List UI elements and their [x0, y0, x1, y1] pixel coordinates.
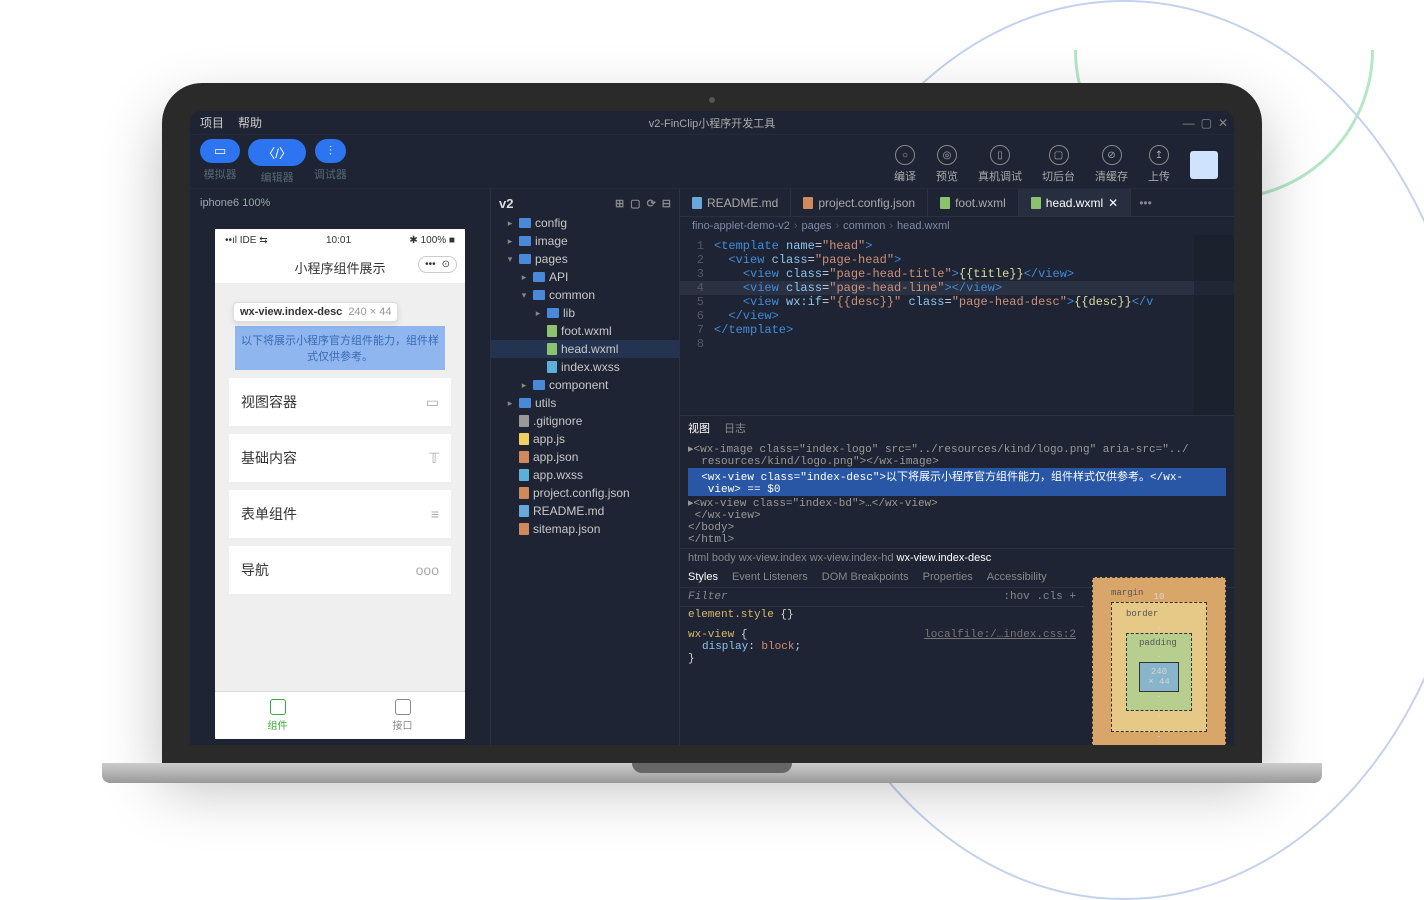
breadcrumb-segment[interactable]: common — [843, 220, 885, 232]
menubar: 项目 帮助 v2-FinClip小程序开发工具 — ▢ ✕ — [190, 111, 1234, 135]
highlighted-element: 以下将展示小程序官方组件能力，组件样式仅供参考。 — [235, 326, 445, 370]
folder-node[interactable]: ▾common — [491, 286, 679, 304]
remote-debug-icon[interactable]: ▯ — [990, 145, 1010, 165]
dom-breadcrumb: html body wx-view.index wx-view.index-hd… — [680, 548, 1234, 567]
laptop-frame: 项目 帮助 v2-FinClip小程序开发工具 — ▢ ✕ ▭模拟器 〈/〉编辑… — [162, 83, 1262, 783]
devtools-subtab[interactable]: Accessibility — [987, 571, 1047, 583]
simulator-device-label: iphone6 100% — [196, 195, 484, 217]
tabbar-api[interactable]: 接口 — [340, 692, 465, 739]
breadcrumb-segment[interactable]: head.wxml — [897, 220, 950, 232]
file-node[interactable]: app.wxss — [491, 466, 679, 484]
editor-tab[interactable]: README.md — [680, 189, 791, 216]
devtools-tab-console[interactable]: 日志 — [724, 420, 746, 436]
new-file-icon[interactable]: ⊞ — [615, 197, 624, 210]
styles-pane[interactable]: Filter :hov .cls + element.style {}</spa… — [680, 588, 1084, 745]
folder-node[interactable]: ▸image — [491, 232, 679, 250]
editor-tab[interactable]: project.config.json — [791, 189, 928, 216]
code-editor[interactable]: 1<template name="head">2 <view class="pa… — [680, 235, 1234, 355]
file-node[interactable]: .gitignore — [491, 412, 679, 430]
menu-item[interactable]: 导航ooo — [229, 546, 451, 594]
close-icon[interactable]: ✕ — [1218, 116, 1228, 130]
status-time: 10:01 — [326, 235, 351, 246]
dom-inspector[interactable]: ▸<wx-image class="index-logo" src="../re… — [680, 440, 1234, 548]
breadcrumb-segment[interactable]: pages — [802, 220, 832, 232]
mode-editor[interactable]: 〈/〉 — [248, 139, 306, 166]
menu-item[interactable]: 表单组件≡ — [229, 490, 451, 538]
devtools-subtab[interactable]: Styles — [688, 571, 718, 583]
refresh-icon[interactable]: ⟳ — [647, 197, 656, 210]
folder-node[interactable]: ▸lib — [491, 304, 679, 322]
window-title: v2-FinClip小程序开发工具 — [649, 115, 776, 131]
simulator-phone[interactable]: ••ıl IDE ⇆ 10:01 ✱ 100% ■ 小程序组件展示 •••⊙ w… — [215, 229, 465, 739]
mode-debugger[interactable]: ⫶ — [315, 139, 346, 163]
upload-icon[interactable]: ↥ — [1149, 145, 1169, 165]
file-node[interactable]: head.wxml — [491, 340, 679, 358]
editor-tabs: README.mdproject.config.jsonfoot.wxmlhea… — [680, 189, 1234, 217]
folder-node[interactable]: ▸API — [491, 268, 679, 286]
dom-breadcrumb-item[interactable]: wx-view.index-desc — [897, 552, 992, 564]
file-node[interactable]: index.wxss — [491, 358, 679, 376]
toolbar: ▭模拟器 〈/〉编辑器 ⫶调试器 ○编译 ◎预览 ▯真机调试 ▢切后台 ⊘清缓存… — [190, 135, 1234, 189]
tabbar-component[interactable]: 组件 — [215, 692, 340, 739]
menu-item[interactable]: 基础内容𝕋 — [229, 434, 451, 482]
file-explorer: v2 ⊞ ▢ ⟳ ⊟ ▸config▸image▾pages▸API▾commo… — [490, 189, 680, 745]
menu-help[interactable]: 帮助 — [238, 114, 262, 131]
styles-toggles[interactable]: :hov .cls + — [1003, 591, 1076, 603]
app-title: 小程序组件展示 •••⊙ — [215, 252, 465, 284]
folder-node[interactable]: ▸config — [491, 214, 679, 232]
devtools-subtab[interactable]: Event Listeners — [732, 571, 808, 583]
file-node[interactable]: foot.wxml — [491, 322, 679, 340]
folder-node[interactable]: ▾pages — [491, 250, 679, 268]
box-model: margin10 border- padding- 240 × 44 - - — [1084, 588, 1234, 745]
close-tab-icon[interactable]: ✕ — [1108, 196, 1118, 210]
devtools-panel: 视图 日志 ▸<wx-image class="index-logo" src=… — [680, 415, 1234, 745]
tabs-more-icon[interactable]: ••• — [1131, 189, 1160, 216]
camera-dot — [709, 97, 715, 103]
project-root[interactable]: v2 — [499, 196, 513, 211]
compile-icon[interactable]: ○ — [895, 145, 915, 165]
devtools-subtab[interactable]: DOM Breakpoints — [822, 571, 909, 583]
maximize-icon[interactable]: ▢ — [1201, 116, 1212, 130]
preview-icon[interactable]: ◎ — [937, 145, 957, 165]
ide-window: 项目 帮助 v2-FinClip小程序开发工具 — ▢ ✕ ▭模拟器 〈/〉编辑… — [190, 111, 1234, 745]
inspect-tooltip: wx-view.index-desc 240 × 44 — [233, 302, 398, 322]
dom-breadcrumb-item[interactable]: body — [712, 552, 736, 564]
menu-project[interactable]: 项目 — [200, 114, 224, 131]
file-node[interactable]: project.config.json — [491, 484, 679, 502]
minimap[interactable] — [1194, 235, 1234, 415]
background-icon[interactable]: ▢ — [1049, 145, 1069, 165]
new-folder-icon[interactable]: ▢ — [630, 197, 640, 210]
menu-item[interactable]: 视图容器▭ — [229, 378, 451, 426]
status-carrier: ••ıl IDE ⇆ — [225, 235, 268, 246]
folder-node[interactable]: ▸component — [491, 376, 679, 394]
breadcrumb: fino-applet-demo-v2›pages›common›head.wx… — [680, 217, 1234, 235]
devtools-tab-view[interactable]: 视图 — [688, 420, 710, 436]
simulator-panel: iphone6 100% ••ıl IDE ⇆ 10:01 ✱ 100% ■ 小… — [190, 189, 490, 745]
editor-tab[interactable]: head.wxml✕ — [1019, 189, 1131, 216]
file-node[interactable]: README.md — [491, 502, 679, 520]
file-node[interactable]: sitemap.json — [491, 520, 679, 538]
status-battery: ✱ 100% ■ — [409, 235, 455, 246]
mode-simulator[interactable]: ▭ — [200, 139, 240, 163]
dom-breadcrumb-item[interactable]: wx-view.index — [739, 552, 807, 564]
file-node[interactable]: app.js — [491, 430, 679, 448]
minimize-icon[interactable]: — — [1183, 116, 1195, 130]
collapse-icon[interactable]: ⊟ — [662, 197, 671, 210]
file-node[interactable]: app.json — [491, 448, 679, 466]
capsule-button[interactable]: •••⊙ — [418, 256, 457, 273]
avatar[interactable] — [1190, 151, 1218, 179]
breadcrumb-segment[interactable]: fino-applet-demo-v2 — [692, 220, 790, 232]
dom-breadcrumb-item[interactable]: wx-view.index-hd — [810, 552, 894, 564]
styles-filter[interactable]: Filter — [688, 591, 728, 603]
dom-breadcrumb-item[interactable]: html — [688, 552, 709, 564]
folder-node[interactable]: ▸utils — [491, 394, 679, 412]
editor-tab[interactable]: foot.wxml — [928, 189, 1019, 216]
cache-icon[interactable]: ⊘ — [1102, 145, 1122, 165]
devtools-subtab[interactable]: Properties — [923, 571, 973, 583]
